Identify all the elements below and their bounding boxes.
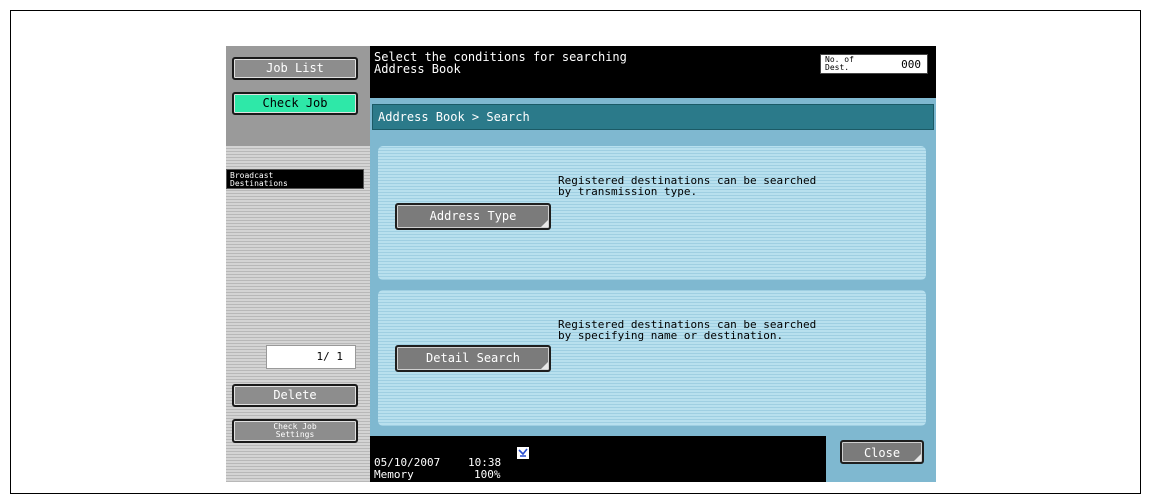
detail-search-desc-line2: by specifying name or destination. <box>558 329 784 342</box>
network-status-icon <box>517 447 529 459</box>
check-job-settings-button[interactable]: Check Job Settings <box>232 419 358 443</box>
address-type-desc-line2: by transmission type. <box>558 185 698 198</box>
memory-label: Memory <box>374 468 414 481</box>
dest-counter-label: No. of Dest. <box>825 56 854 72</box>
corner-arrow-icon <box>541 220 548 227</box>
check-job-settings-line2: Settings <box>275 430 315 439</box>
dest-count: 000 <box>901 58 921 71</box>
corner-arrow-icon <box>541 362 548 369</box>
detail-search-description: Registered destinations can be searched … <box>558 319 816 341</box>
time-text: 10:38 <box>468 456 502 469</box>
detail-search-button[interactable]: Detail Search <box>395 345 551 372</box>
page-indicator: 1/ 1 <box>266 345 356 369</box>
memory-value: 100% <box>474 468 501 481</box>
address-type-button[interactable]: Address Type <box>395 203 551 230</box>
delete-button[interactable]: Delete <box>232 384 358 407</box>
broadcast-label-line2: Destinations <box>230 179 288 188</box>
date-text: 05/10/2007 <box>374 456 441 469</box>
dest-label-line2: Dest. <box>825 63 850 72</box>
detail-search-button-label: Detail Search <box>426 351 520 365</box>
breadcrumb: Address Book > Search <box>372 104 934 130</box>
job-list-button[interactable]: Job List <box>232 57 358 80</box>
broadcast-destinations-tab[interactable]: Broadcast Destinations <box>226 169 364 189</box>
close-button[interactable]: Close <box>840 440 924 464</box>
corner-arrow-icon <box>914 454 921 461</box>
address-type-button-label: Address Type <box>429 209 517 223</box>
check-job-button[interactable]: Check Job <box>232 92 358 115</box>
address-type-description: Registered destinations can be searched … <box>558 175 816 197</box>
close-button-label: Close <box>863 446 901 460</box>
dest-counter: No. of Dest. 000 <box>820 54 928 74</box>
